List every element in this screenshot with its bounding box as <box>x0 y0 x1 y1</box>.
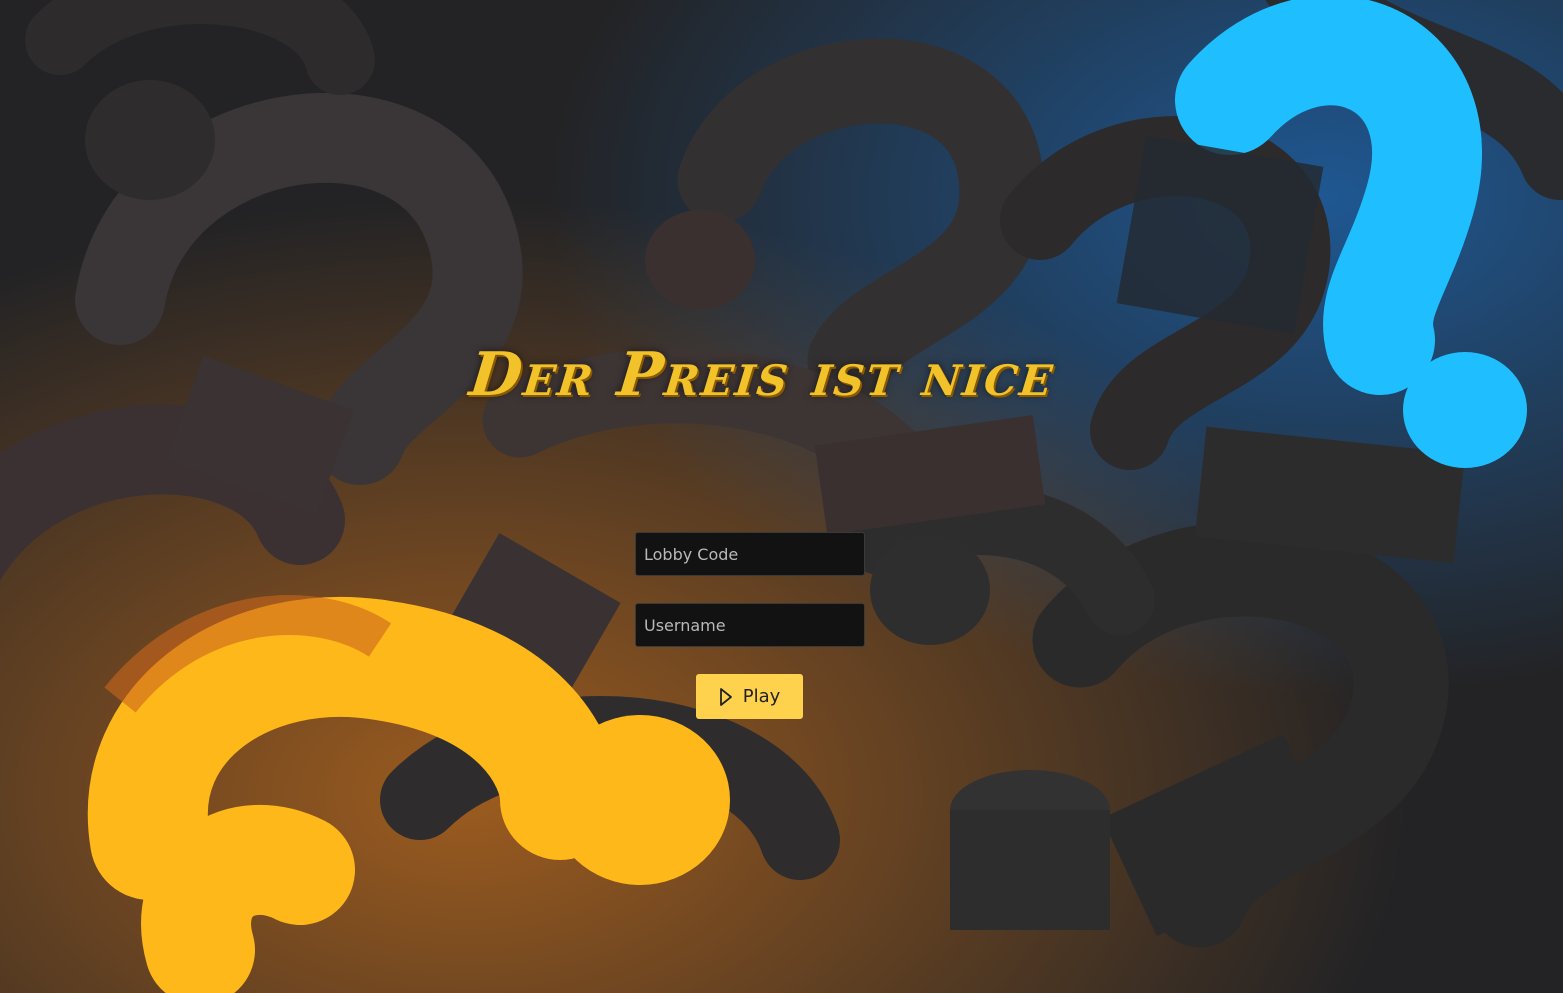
play-button-label: Play <box>742 686 781 707</box>
page: Der Preis ist nice Play <box>0 0 1563 993</box>
play-button[interactable]: Play <box>696 674 803 719</box>
page-title: Der Preis ist nice <box>466 340 1059 410</box>
username-input[interactable] <box>635 603 865 647</box>
play-icon <box>719 687 733 707</box>
question-marks-background <box>0 0 1563 993</box>
lobby-code-input[interactable] <box>635 532 865 576</box>
